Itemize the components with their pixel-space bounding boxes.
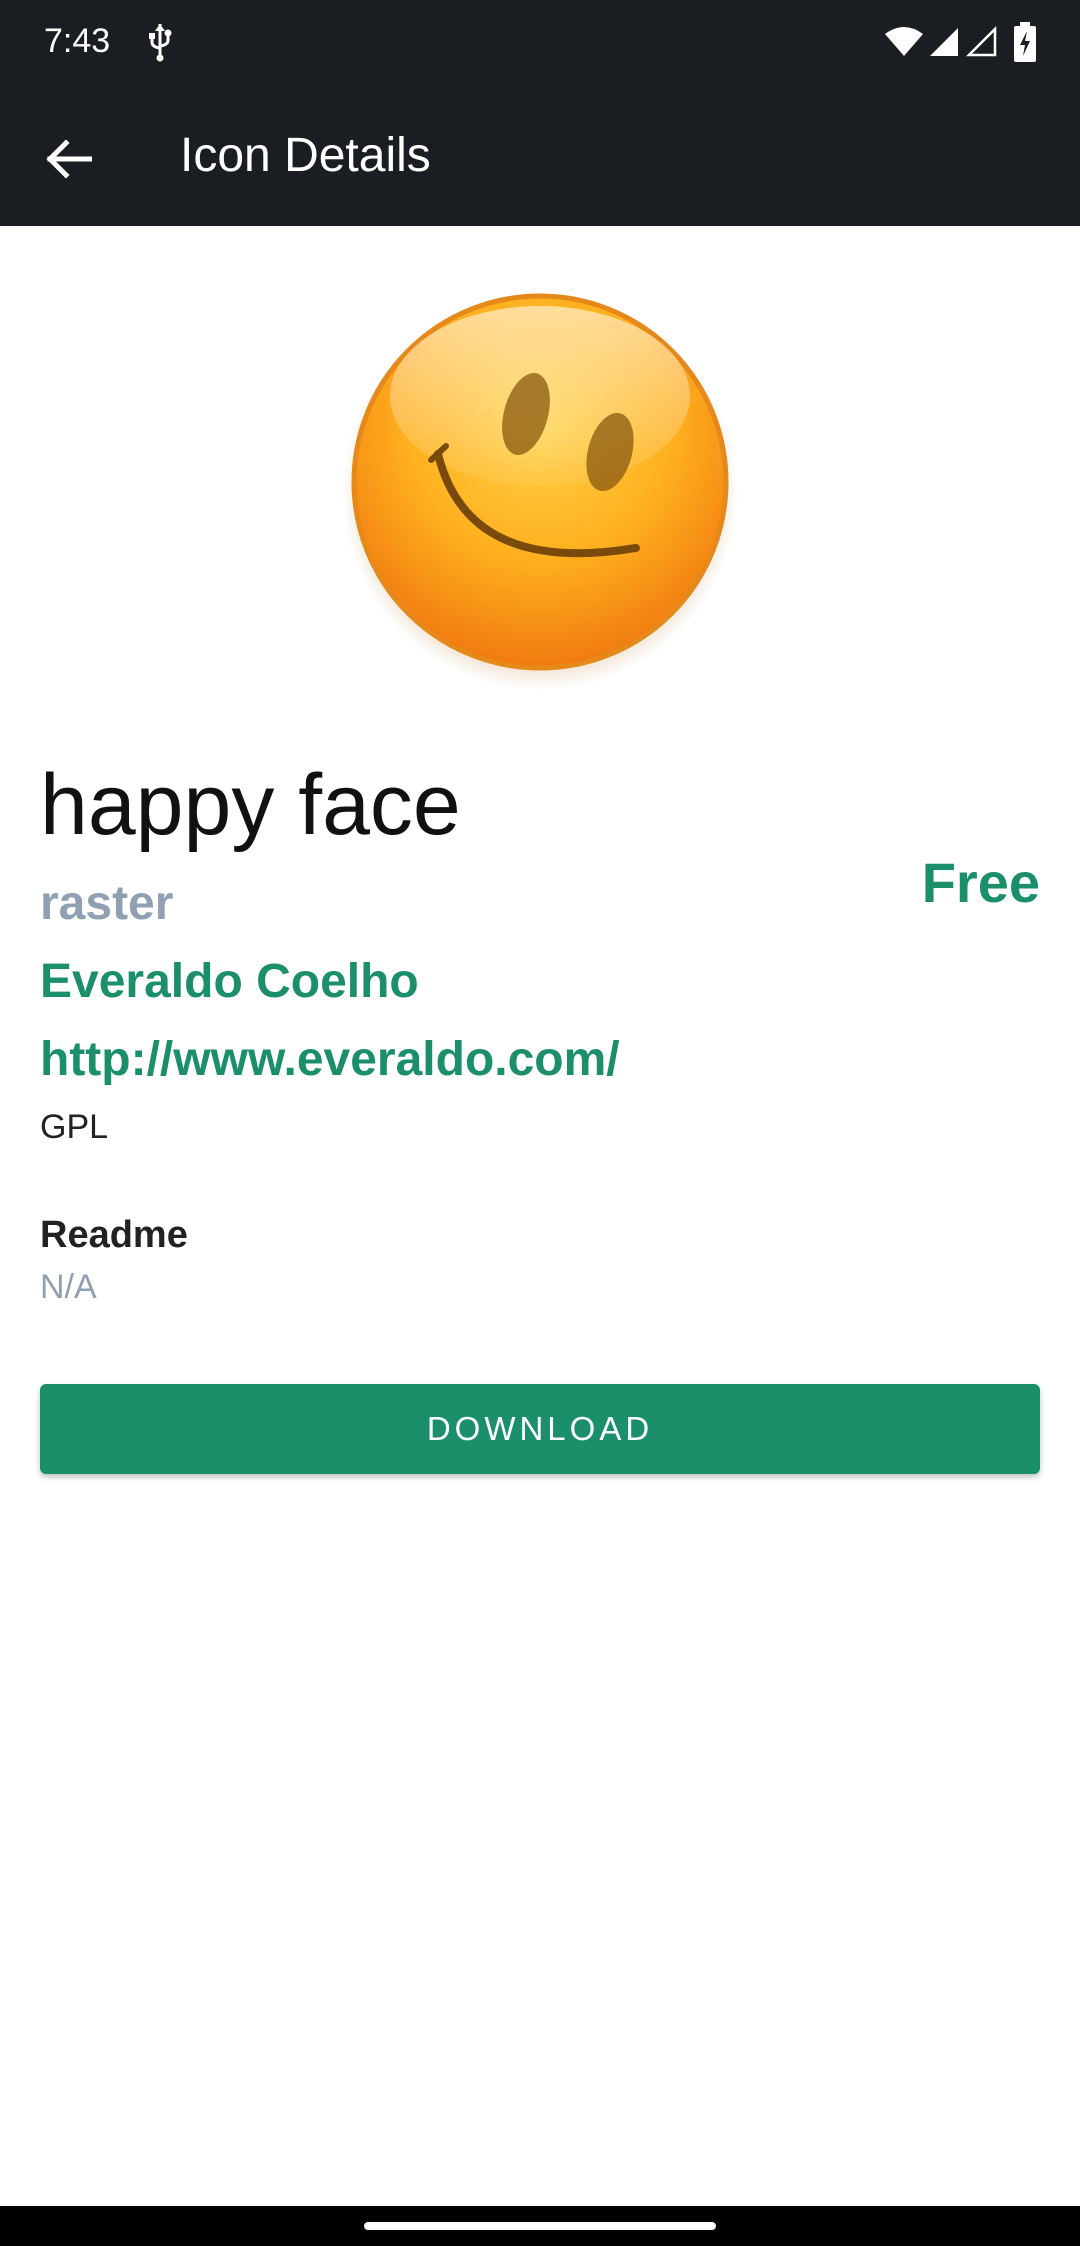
system-nav-bar (0, 2206, 1080, 2246)
happy-face-icon (342, 293, 738, 690)
icon-type: raster (40, 877, 174, 930)
cell-signal-icon (930, 28, 958, 56)
page-title: Icon Details (180, 129, 431, 182)
readme-value: N/A (40, 1268, 97, 1306)
home-indicator[interactable] (364, 2222, 716, 2230)
website-link[interactable]: http://www.everaldo.com/ (40, 1032, 620, 1087)
battery-charging-icon (1014, 22, 1036, 62)
icon-name: happy face (40, 757, 461, 853)
wifi-icon (885, 27, 923, 56)
author-link[interactable]: Everaldo Coelho (40, 954, 419, 1009)
license-label: GPL (40, 1108, 109, 1146)
price-label: Free (921, 851, 1040, 914)
usb-icon (149, 24, 172, 62)
cell-signal-empty-icon (966, 26, 997, 57)
app-bar: Icon Details (0, 88, 1080, 226)
download-button[interactable]: DOWNLOAD (40, 1384, 1040, 1474)
status-time: 7:43 (44, 22, 111, 60)
arrow-back-icon (46, 139, 92, 179)
icon-details-screen: 7:43 Icon Details happy face Free raster… (0, 0, 1080, 2246)
readme-heading: Readme (40, 1214, 188, 1256)
status-bar: 7:43 (0, 0, 1080, 88)
back-button[interactable] (30, 120, 108, 198)
